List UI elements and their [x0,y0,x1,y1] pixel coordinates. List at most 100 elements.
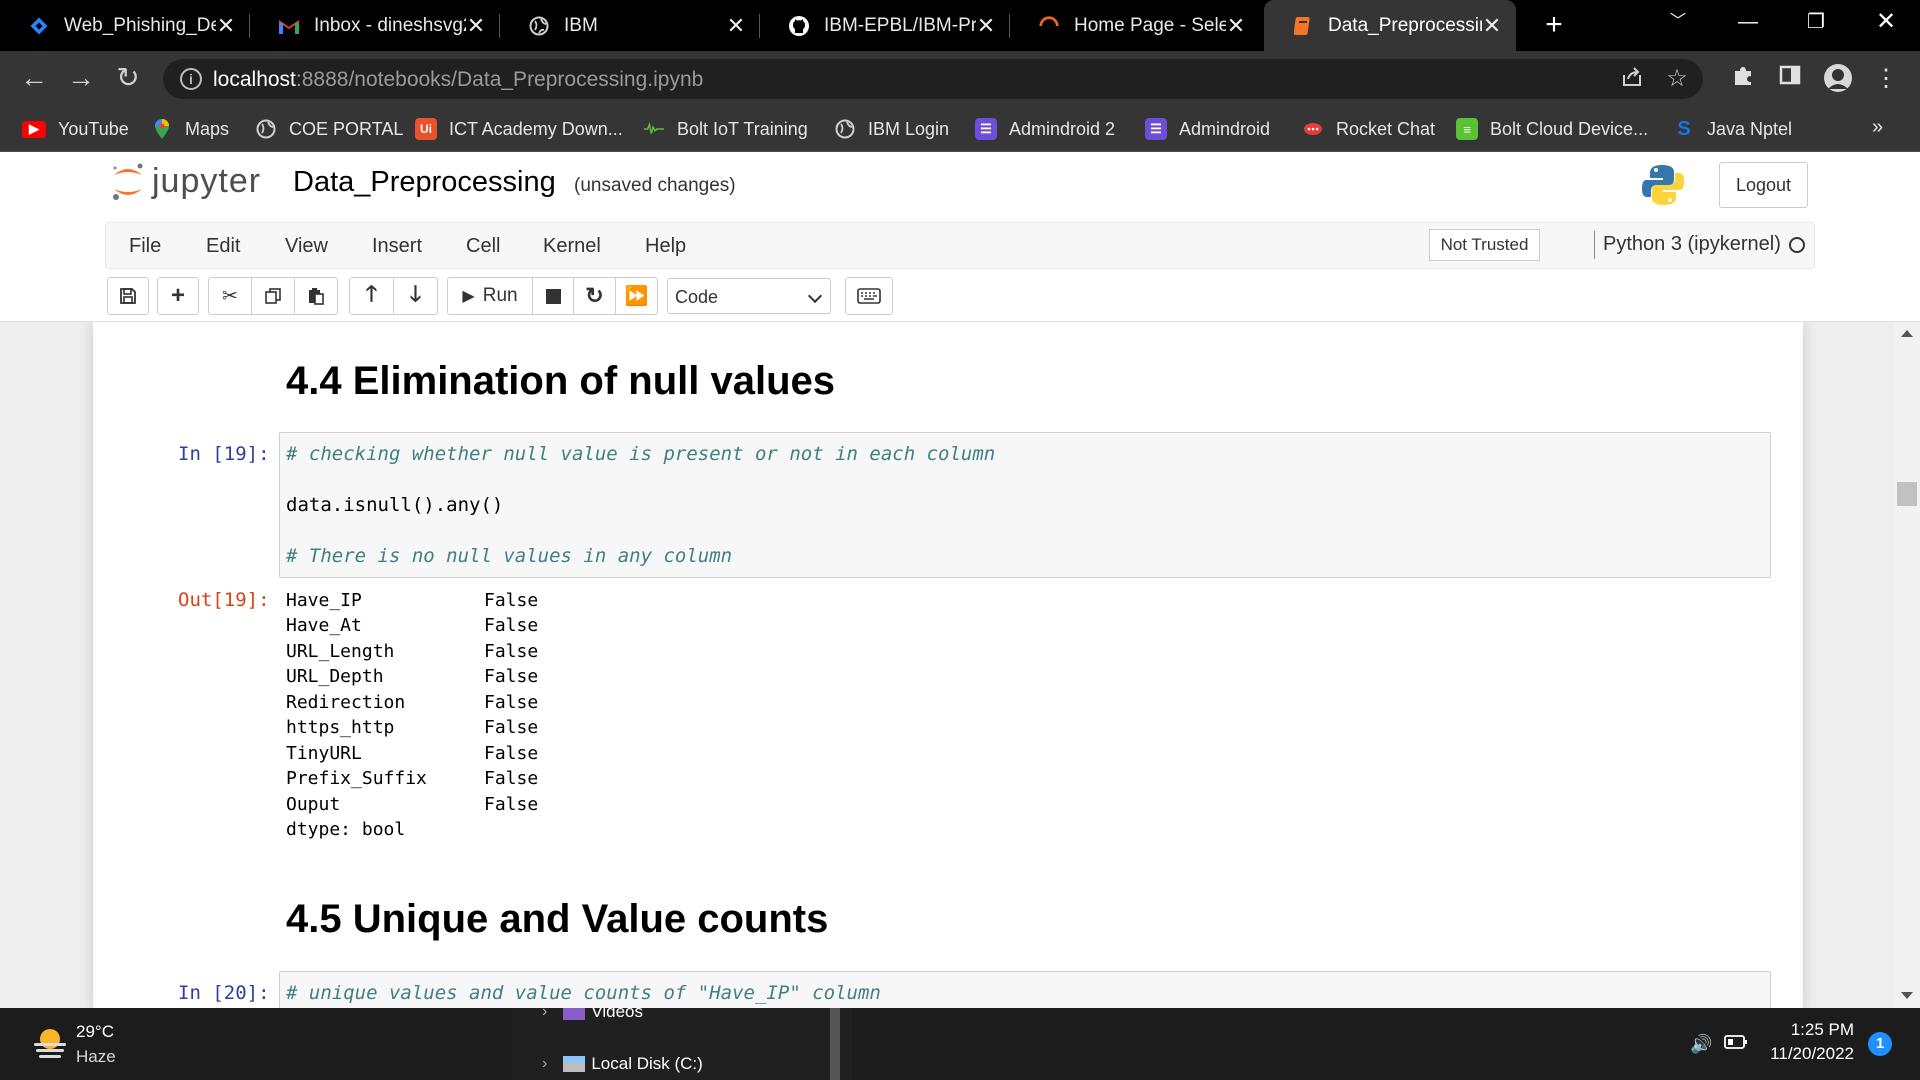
browser-menu-icon[interactable]: ⋮ [1870,63,1902,95]
chevron-down-icon [807,288,823,304]
weather-haze-icon[interactable] [30,1023,70,1063]
notebook-icon [1292,15,1314,37]
new-tab-button[interactable]: + [1536,8,1572,44]
restart-button[interactable]: ↻ [573,277,616,315]
code-cell-input[interactable]: # unique values and value counts of "Hav… [279,971,1771,1008]
run-button[interactable]: ▶ Run [447,277,533,315]
vertical-scrollbar[interactable] [1893,322,1920,1008]
bookmark-java-nptel[interactable]: S Java Nptel [1673,106,1792,152]
globe-icon [255,118,277,140]
menu-edit[interactable]: Edit [206,235,240,258]
tab-home-page[interactable]: Home Page - Select ✕ [1010,0,1260,51]
side-panel-icon[interactable] [1774,63,1806,95]
jupyter-logo[interactable]: jupyter [110,161,261,201]
trust-button[interactable]: Not Trusted [1429,229,1540,261]
volume-icon[interactable]: 🔊 [1690,1034,1712,1055]
bookmarks-overflow-button[interactable]: » [1872,116,1883,139]
cut-button[interactable]: ✂ [208,277,252,315]
explorer-item-videos[interactable]: › Videos [542,1008,643,1022]
bookmark-label: IBM Login [868,118,950,139]
output-row-name: Ouput [286,794,341,815]
reload-button[interactable]: ↻ [108,59,148,99]
bookmark-ibm-login[interactable]: IBM Login [834,106,949,152]
tab-title: Data_Preprocessing [1328,14,1482,36]
bookmark-youtube[interactable]: ▶ YouTube [22,106,129,152]
code-cell-input[interactable]: # checking whether null value is present… [279,432,1771,578]
bookmark-ict-academy[interactable]: Ui ICT Academy Down... [415,106,623,152]
extensions-icon[interactable] [1727,63,1759,95]
move-down-button[interactable]: 🡓 [393,277,438,315]
insert-cell-button[interactable]: + [157,277,199,315]
bookmark-admindroid[interactable]: ☰ Admindroid [1145,106,1270,152]
close-icon[interactable]: ✕ [466,13,486,39]
site-info-icon[interactable]: i [180,68,202,90]
interrupt-button[interactable] [532,277,574,315]
maps-icon [151,118,173,140]
url-text: localhost:8888/notebooks/Data_Preprocess… [213,68,703,92]
bookmark-star-icon[interactable]: ☆ [1663,65,1691,93]
copy-button[interactable] [251,277,295,315]
bookmarks-bar: ▶ YouTube Maps COE PORTAL Ui ICT Academy… [0,106,1920,152]
tab-web-phishing[interactable]: Web_Phishing_Dete ✕ [0,0,250,51]
battery-icon[interactable] [1724,1034,1748,1055]
tab-title: Home Page - Select [1074,14,1226,36]
arrow-up-icon: 🡑 [365,281,378,306]
share-icon[interactable] [1618,65,1646,93]
close-icon[interactable]: ✕ [1482,13,1502,39]
tab-github[interactable]: IBM-EPBL/IBM-Proj ✕ [760,0,1010,51]
restart-run-all-button[interactable]: ⏩ [615,277,658,315]
save-button[interactable] [107,277,149,315]
scroll-up-icon[interactable] [1901,330,1913,337]
explorer-scrollbar[interactable] [830,1008,840,1080]
minimize-button[interactable]: — [1720,0,1776,44]
bookmark-bolt-cloud[interactable]: ≡ Bolt Cloud Device... [1456,106,1648,152]
explorer-item-local-disk[interactable]: › Local Disk (C:) [542,1054,703,1074]
command-palette-button[interactable] [845,277,893,315]
bookmark-label: Rocket Chat [1336,118,1436,139]
tab-inbox[interactable]: Inbox - dineshsvg2 ✕ [250,0,500,51]
menu-file[interactable]: File [129,235,161,258]
back-button[interactable]: ← [14,59,54,99]
window-close-button[interactable]: ✕ [1858,0,1914,44]
menu-cell[interactable]: Cell [466,235,500,258]
menu-view[interactable]: View [285,235,328,258]
tab-data-preprocessing[interactable]: Data_Preprocessing ✕ [1264,0,1516,51]
bookmark-maps[interactable]: Maps [151,106,229,152]
close-icon[interactable]: ✕ [216,13,236,39]
run-label: Run [482,285,518,306]
close-icon[interactable]: ✕ [976,13,996,39]
scrollbar-thumb[interactable] [1897,482,1917,506]
clock-time: 1:25 PM [1790,1020,1854,1039]
kernel-name[interactable]: Python 3 (ipykernel) [1603,233,1781,256]
notebook-name[interactable]: Data_Preprocessing [293,166,556,199]
tab-search-chevron-icon[interactable]: ﹀ [1650,0,1706,44]
address-toolbar: ← → ↻ i localhost:8888/notebooks/Data_Pr… [0,51,1920,106]
bookmark-rocket-chat[interactable]: Rocket Chat [1302,106,1435,152]
url-bar[interactable]: i localhost:8888/notebooks/Data_Preproce… [163,59,1703,99]
notification-badge[interactable]: 1 [1868,1032,1892,1056]
tab-ibm[interactable]: IBM ✕ [500,0,760,51]
scroll-down-icon[interactable] [1901,992,1913,999]
bookmark-coe-portal[interactable]: COE PORTAL [255,106,403,152]
bookmark-bolt-iot[interactable]: Bolt IoT Training [643,106,808,152]
forward-button[interactable]: → [61,59,101,99]
stop-icon [545,288,561,304]
notebook-container[interactable]: 4.4 Elimination of null values In [19]: … [0,322,1920,1008]
close-icon[interactable]: ✕ [726,13,746,39]
profile-avatar[interactable] [1822,63,1854,95]
bookmark-admindroid-2[interactable]: ☰ Admindroid 2 [975,106,1115,152]
close-icon[interactable]: ✕ [1226,13,1246,39]
loading-icon [1038,15,1060,37]
restore-button[interactable]: ❐ [1788,0,1844,44]
python-logo-icon [1641,163,1685,207]
menu-help[interactable]: Help [645,235,686,258]
move-up-button[interactable]: 🡑 [349,277,394,315]
output-row-value: False [484,794,539,815]
system-clock[interactable]: 1:25 PM 11/20/2022 [1762,1020,1854,1064]
url-path: :8888/notebooks/Data_Preprocessing.ipynb [295,68,704,91]
cell-type-select[interactable]: Code [667,278,831,314]
menu-kernel[interactable]: Kernel [543,235,601,258]
logout-button[interactable]: Logout [1719,162,1808,208]
menu-insert[interactable]: Insert [372,235,422,258]
paste-button[interactable] [294,277,338,315]
